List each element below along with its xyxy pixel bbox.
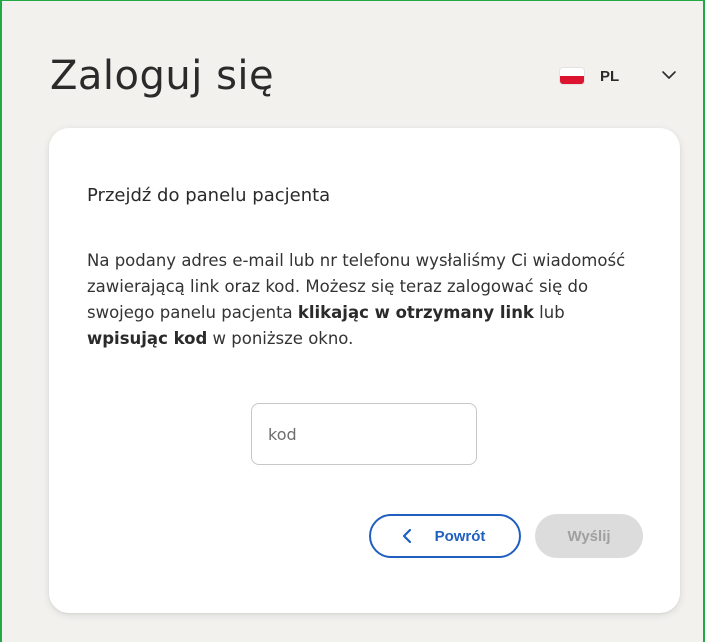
code-input[interactable] (251, 403, 477, 465)
card-description: Na podany adres e-mail lub nr telefonu w… (87, 248, 647, 352)
page-title: Zaloguj się (50, 53, 275, 99)
poland-flag-icon (560, 68, 584, 84)
frame-top-border (0, 0, 705, 1)
send-button[interactable]: Wyślij (535, 514, 643, 558)
back-button-label: Powrót (434, 527, 486, 545)
description-bold-2: wpisując kod (87, 329, 208, 348)
description-text-3: w poniższe okno. (207, 329, 354, 348)
language-code: PL (600, 67, 620, 85)
frame-left-border (0, 0, 2, 642)
back-button[interactable]: Powrót (369, 514, 521, 558)
chevron-left-icon (402, 528, 411, 544)
login-card: Przejdź do panelu pacjenta Na podany adr… (49, 128, 680, 613)
chevron-down-icon (662, 71, 676, 79)
description-text-2: lub (533, 303, 565, 322)
description-bold-1: klikając w otrzymany link (297, 303, 534, 322)
language-selector[interactable]: PL (560, 62, 676, 90)
card-heading: Przejdź do panelu pacjenta (87, 185, 331, 206)
